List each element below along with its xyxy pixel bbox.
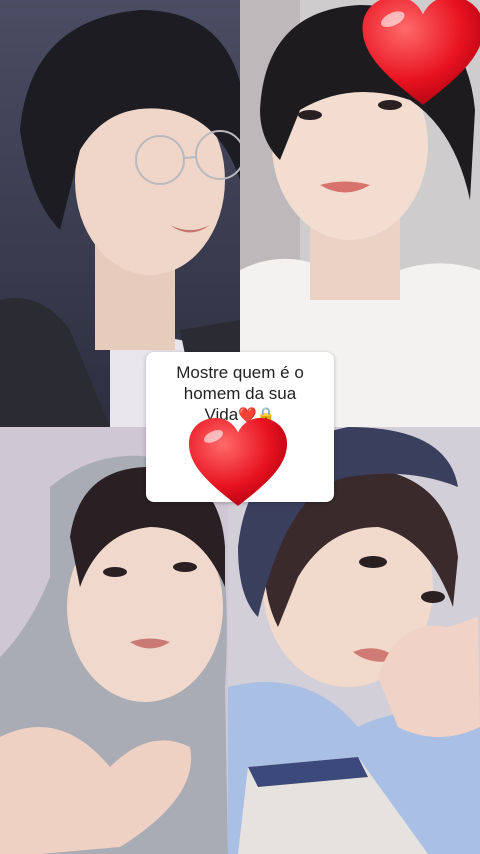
sticker-line-2: homem da sua xyxy=(183,384,297,403)
sticker-line-1: Mostre quem é o xyxy=(176,363,304,382)
heart-icon xyxy=(188,418,288,506)
heart-icon xyxy=(362,0,480,105)
question-sticker[interactable]: Mostre quem é o homem da sua Vida❤️🔒 xyxy=(146,352,334,506)
